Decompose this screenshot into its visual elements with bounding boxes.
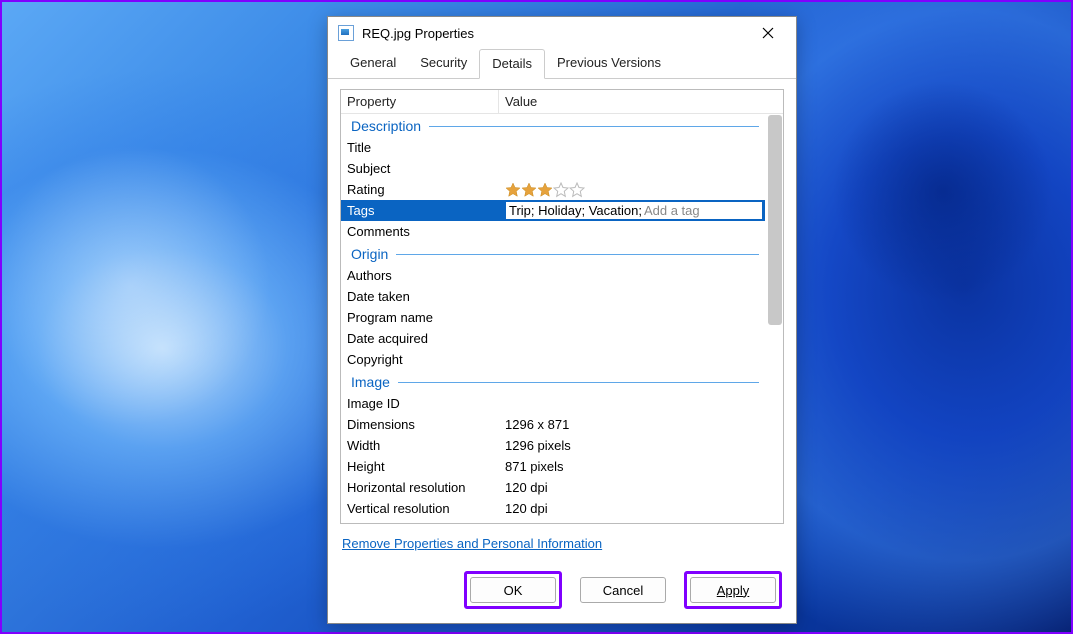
prop-height-value: 871 pixels (499, 459, 765, 474)
row-authors[interactable]: Authors (341, 265, 765, 286)
row-tags[interactable]: Tags Trip; Holiday; Vacation; Add a tag (341, 200, 765, 221)
prop-width-value: 1296 pixels (499, 438, 765, 453)
column-headers: Property Value (341, 90, 783, 114)
prop-rating-value[interactable] (499, 182, 765, 198)
row-date-taken[interactable]: Date taken (341, 286, 765, 307)
prop-vres-value: 120 dpi (499, 501, 765, 516)
prop-tags-value[interactable]: Trip; Holiday; Vacation; Add a tag (499, 201, 765, 220)
row-comments[interactable]: Comments (341, 221, 765, 242)
row-copyright[interactable]: Copyright (341, 349, 765, 370)
prop-date-acquired-label: Date acquired (347, 331, 499, 346)
close-button[interactable] (748, 19, 788, 47)
scrollbar-thumb[interactable] (768, 115, 782, 325)
titlebar: REQ.jpg Properties (328, 17, 796, 49)
tags-placeholder: Add a tag (644, 203, 700, 218)
row-rating[interactable]: Rating (341, 179, 765, 200)
group-image-label: Image (351, 374, 390, 390)
column-property[interactable]: Property (341, 90, 499, 113)
row-dimensions[interactable]: Dimensions 1296 x 871 (341, 414, 765, 435)
row-vres[interactable]: Vertical resolution 120 dpi (341, 498, 765, 519)
row-hres[interactable]: Horizontal resolution 120 dpi (341, 477, 765, 498)
prop-rating-label: Rating (347, 182, 499, 197)
prop-vres-label: Vertical resolution (347, 501, 499, 516)
tab-general[interactable]: General (338, 49, 408, 78)
group-origin-label: Origin (351, 246, 388, 262)
prop-copyright-label: Copyright (347, 352, 499, 367)
remove-properties-row: Remove Properties and Personal Informati… (340, 524, 784, 561)
row-subject[interactable]: Subject (341, 158, 765, 179)
tab-details[interactable]: Details (479, 49, 545, 79)
row-image-id[interactable]: Image ID (341, 393, 765, 414)
properties-dialog: REQ.jpg Properties General Security Deta… (327, 16, 797, 624)
scroll-area: Description Title Subject Rating (341, 114, 783, 523)
tags-input[interactable]: Trip; Holiday; Vacation; Add a tag (505, 201, 763, 220)
prop-hres-label: Horizontal resolution (347, 480, 499, 495)
tab-previous-versions[interactable]: Previous Versions (545, 49, 673, 78)
apply-button[interactable]: Apply (690, 577, 776, 603)
prop-dimensions-label: Dimensions (347, 417, 499, 432)
row-date-acquired[interactable]: Date acquired (341, 328, 765, 349)
close-icon (762, 27, 774, 39)
apply-highlight: Apply (684, 571, 782, 609)
window-title: REQ.jpg Properties (362, 26, 740, 41)
row-program-name[interactable]: Program name (341, 307, 765, 328)
remove-properties-link[interactable]: Remove Properties and Personal Informati… (342, 536, 602, 551)
prop-comments-label: Comments (347, 224, 499, 239)
ok-button[interactable]: OK (470, 577, 556, 603)
prop-date-taken-label: Date taken (347, 289, 499, 304)
row-height[interactable]: Height 871 pixels (341, 456, 765, 477)
tags-text: Trip; Holiday; Vacation; (509, 203, 642, 218)
column-value[interactable]: Value (499, 94, 783, 109)
prop-image-id-label: Image ID (347, 396, 499, 411)
tab-security[interactable]: Security (408, 49, 479, 78)
prop-title-label: Title (347, 140, 499, 155)
prop-hres-value: 120 dpi (499, 480, 765, 495)
star-icon (537, 182, 553, 198)
prop-width-label: Width (347, 438, 499, 453)
ok-highlight: OK (464, 571, 562, 609)
row-width[interactable]: Width 1296 pixels (341, 435, 765, 456)
row-title[interactable]: Title (341, 137, 765, 158)
star-icon (569, 182, 585, 198)
tab-content: Property Value Description Title Subject (328, 79, 796, 561)
details-list: Property Value Description Title Subject (340, 89, 784, 524)
prop-subject-label: Subject (347, 161, 499, 176)
group-description-label: Description (351, 118, 421, 134)
tab-strip: General Security Details Previous Versio… (328, 49, 796, 79)
star-icon (521, 182, 537, 198)
prop-authors-label: Authors (347, 268, 499, 283)
dialog-buttons: OK Cancel Apply (328, 561, 796, 623)
prop-tags-label: Tags (347, 203, 499, 218)
group-origin: Origin (341, 242, 765, 265)
file-icon (338, 25, 354, 41)
star-icon (553, 182, 569, 198)
cancel-wrap: Cancel (574, 571, 672, 609)
group-description: Description (341, 114, 765, 137)
prop-program-name-label: Program name (347, 310, 499, 325)
rating-stars[interactable] (505, 182, 765, 198)
prop-dimensions-value: 1296 x 871 (499, 417, 765, 432)
cancel-button[interactable]: Cancel (580, 577, 666, 603)
prop-height-label: Height (347, 459, 499, 474)
star-icon (505, 182, 521, 198)
group-image: Image (341, 370, 765, 393)
